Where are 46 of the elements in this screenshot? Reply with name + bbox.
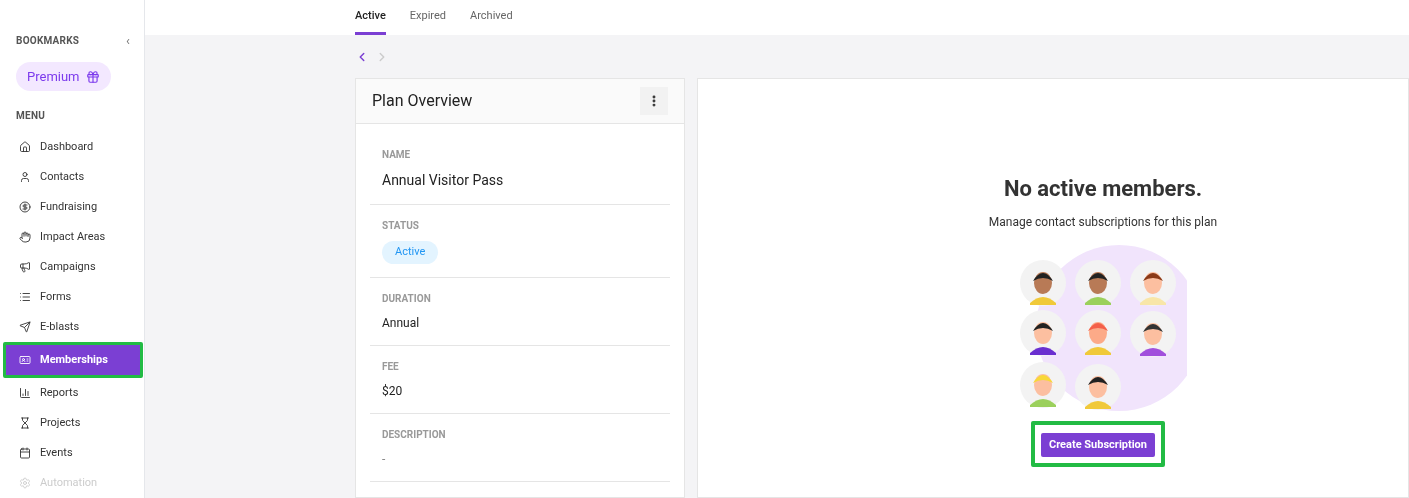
field-label: FEE [382,359,400,374]
sidebar-item[interactable]: Reports [6,378,140,408]
user-icon [19,171,31,183]
create-subscription-button[interactable]: Create Subscription [1041,433,1155,458]
sidebar-item[interactable]: Campaigns [6,252,140,282]
section-label: BOOKMARKS [16,34,80,48]
field-value: - [382,450,387,468]
field-label: DURATION [382,291,432,306]
field-value: Annual Visitor Pass [382,171,505,190]
sidebar-item[interactable]: Impact Areas [6,222,140,252]
collapse-button[interactable]: ‹ [126,34,130,47]
paper-plane-icon [19,321,31,333]
calendar-icon [19,447,31,459]
field-value: Annual [382,314,421,332]
tab[interactable]: Archived [470,0,513,35]
hourglass-icon [19,417,31,429]
coin-icon [19,201,31,213]
bar-chart-icon [19,387,31,399]
sidebar-item[interactable]: Forms [6,282,140,312]
empty-subtitle: Manage contact subscriptions for this plan [988,214,1218,231]
settings-icon [19,477,31,489]
field-label: NAME [382,148,412,162]
more-button[interactable] [640,87,668,115]
hand-icon [19,231,31,243]
sidebar-item[interactable]: Fundraising [6,192,140,222]
field-label: DESCRIPTION [382,427,447,442]
field-label: STATUS [382,219,420,233]
sidebar-item[interactable]: Events [6,438,140,468]
gift-icon [85,69,100,84]
id-card-icon [19,354,31,366]
empty-heading: No active members. [1003,175,1203,203]
tab[interactable]: Active [355,0,386,35]
field-value: $20 [382,382,404,400]
list-icon [19,291,31,303]
home-icon [19,141,31,153]
status-badge: Active [382,241,439,264]
sidebar-item[interactable]: Contacts [6,162,140,192]
card-title: Plan Overview [372,90,473,112]
sidebar-item[interactable]: Dashboard [6,132,140,162]
sidebar-item[interactable]: Memberships [6,345,140,375]
sidebar-item[interactable]: Projects [6,408,140,438]
section-label: MENU [16,109,47,123]
megaphone-icon [19,261,31,273]
premium-button[interactable]: Premium [16,62,111,91]
tab[interactable]: Expired [409,0,447,35]
sidebar-item[interactable]: E-blasts [6,312,140,342]
